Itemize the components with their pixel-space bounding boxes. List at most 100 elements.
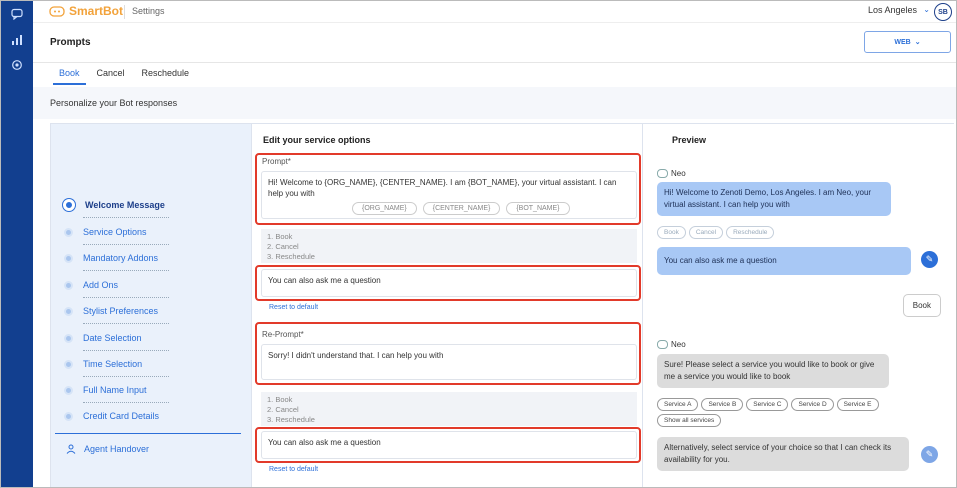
page-title: Prompts — [50, 37, 91, 48]
step-credit-card-details[interactable]: Credit Card Details — [64, 411, 159, 421]
editor-title: Edit your service options — [263, 135, 371, 145]
option-item: 2. Cancel — [267, 242, 299, 251]
agent-icon — [66, 444, 76, 454]
step-label: Time Selection — [83, 359, 143, 369]
chevron-down-icon: ⌄ — [914, 39, 921, 46]
service-chip-c[interactable]: Service C — [746, 398, 789, 411]
step-separator — [83, 244, 169, 245]
option-item: 3. Reschedule — [267, 415, 315, 424]
tab-book[interactable]: Book — [53, 63, 86, 85]
step-stylist-preferences[interactable]: Stylist Preferences — [64, 306, 158, 316]
step-add-ons[interactable]: Add Ons — [64, 280, 118, 290]
bot-ask-bubble: You can also ask me a question — [657, 247, 911, 275]
ask-question-input-2[interactable]: You can also ask me a question — [261, 431, 637, 459]
bot-name: Neo — [671, 340, 686, 349]
reprompt-options-list: 1. Book 2. Cancel 3. Reschedule — [261, 392, 637, 426]
step-active-dot-icon — [63, 199, 75, 211]
option-item: 1. Book — [267, 395, 293, 404]
user-avatar[interactable]: SB — [934, 3, 952, 21]
tab-reschedule[interactable]: Reschedule — [136, 63, 196, 85]
step-label: Mandatory Addons — [83, 253, 159, 263]
brand-name: SmartBot — [69, 4, 124, 18]
subtitle-bar: Personalize your Bot responses — [33, 87, 956, 119]
step-dot-icon — [64, 385, 73, 395]
placeholder-chip-center-name[interactable]: {CENTER_NAME} — [422, 202, 501, 215]
analytics-icon[interactable] — [8, 31, 26, 49]
ask-question-input[interactable]: You can also ask me a question — [261, 269, 637, 297]
user-reply-bubble: Book — [902, 294, 941, 317]
bot-header-2: Neo — [657, 340, 686, 349]
bot-name: Neo — [671, 169, 686, 178]
step-label: Credit Card Details — [83, 411, 160, 421]
app-window: SmartBot Settings Los Angeles ⌄ SB Promp… — [0, 0, 957, 488]
step-label: Date Selection — [83, 333, 142, 343]
show-all-services-chip[interactable]: Show all services — [657, 414, 722, 427]
reprompt-textarea[interactable]: Sorry! I didn't understand that. I can h… — [261, 344, 637, 380]
option-item: 1. Book — [267, 232, 293, 241]
placeholder-chips: {ORG_NAME} {CENTER_NAME} {BOT_NAME} — [352, 202, 570, 215]
location-selector[interactable]: Los Angeles — [868, 5, 917, 15]
step-separator — [83, 350, 169, 351]
service-chip-e[interactable]: Service E — [836, 398, 879, 411]
service-chip-d[interactable]: Service D — [791, 398, 834, 411]
step-label: Full Name Input — [83, 385, 147, 395]
step-separator — [83, 376, 169, 377]
step-separator — [83, 217, 169, 218]
service-chip-b[interactable]: Service B — [701, 398, 744, 411]
prompt-editor-panel: Welcome Message Service Options Mandator… — [50, 123, 955, 487]
edit-pencil-icon[interactable]: ✎ — [921, 446, 938, 463]
channel-value: WEB — [894, 38, 911, 46]
step-date-selection[interactable]: Date Selection — [64, 333, 142, 343]
step-service-options[interactable]: Service Options — [64, 227, 147, 237]
settings-gear-icon[interactable] — [8, 56, 26, 74]
step-dot-icon — [64, 333, 73, 343]
step-separator — [83, 323, 169, 324]
step-dot-icon — [64, 359, 73, 369]
step-separator — [83, 297, 169, 298]
reprompt-label: Re-Prompt* — [262, 330, 304, 339]
service-chip-a[interactable]: Service A — [657, 398, 699, 411]
step-time-selection[interactable]: Time Selection — [64, 359, 142, 369]
chevron-down-icon[interactable]: ⌄ — [923, 5, 930, 14]
settings-breadcrumb[interactable]: Settings — [132, 6, 165, 16]
chat-icon[interactable] — [8, 5, 26, 23]
option-item: 2. Cancel — [267, 405, 299, 414]
step-mandatory-addons[interactable]: Mandatory Addons — [64, 253, 158, 263]
bot-avatar-icon — [657, 169, 668, 178]
brand-logo[interactable]: SmartBot — [49, 4, 123, 18]
step-label: Service Options — [83, 227, 147, 237]
step-dot-icon — [64, 253, 73, 263]
reset-default-link[interactable]: Reset to default — [269, 304, 318, 311]
step-label: Stylist Preferences — [83, 306, 159, 316]
bot-welcome-bubble: Hi! Welcome to Zenoti Demo, Los Angeles.… — [657, 182, 891, 216]
option-chip-book[interactable]: Book — [657, 226, 686, 239]
quick-options: Book Cancel Reschedule — [657, 226, 775, 239]
tab-cancel[interactable]: Cancel — [91, 63, 131, 85]
option-chip-reschedule[interactable]: Reschedule — [726, 226, 775, 239]
preview-column: Preview Neo Hi! Welcome to Zenoti Demo, … — [643, 124, 955, 487]
top-bar: SmartBot Settings Los Angeles ⌄ SB — [33, 1, 956, 23]
step-dot-icon — [64, 280, 73, 290]
step-welcome-message[interactable]: Welcome Message — [63, 199, 165, 211]
step-separator — [83, 270, 169, 271]
editor-column: Edit your service options Prompt* Hi! We… — [251, 124, 643, 487]
step-full-name-input[interactable]: Full Name Input — [64, 385, 147, 395]
step-label: Welcome Message — [85, 200, 165, 210]
placeholder-chip-org-name[interactable]: {ORG_NAME} — [352, 202, 417, 215]
agent-handover-item[interactable]: Agent Handover — [66, 444, 149, 454]
service-options: Service A Service B Service C Service D … — [657, 398, 897, 427]
agent-handover-label: Agent Handover — [84, 444, 150, 454]
topbar-divider — [124, 5, 125, 19]
edit-pencil-icon[interactable]: ✎ — [921, 251, 938, 268]
reset-default-link-2[interactable]: Reset to default — [269, 466, 318, 473]
step-dot-icon — [64, 306, 73, 316]
option-item: 3. Reschedule — [267, 252, 315, 261]
bot-service-bubble: Sure! Please select a service you would … — [657, 354, 889, 388]
channel-dropdown[interactable]: WEB ⌄ — [864, 31, 951, 53]
step-label: Add Ons — [83, 280, 119, 290]
placeholder-chip-bot-name[interactable]: {BOT_NAME} — [506, 202, 570, 215]
steps-divider — [55, 433, 241, 434]
option-chip-cancel[interactable]: Cancel — [688, 226, 724, 239]
page-header: Prompts WEB ⌄ — [33, 23, 956, 63]
flow-tabs: Book Cancel Reschedule — [53, 63, 200, 85]
